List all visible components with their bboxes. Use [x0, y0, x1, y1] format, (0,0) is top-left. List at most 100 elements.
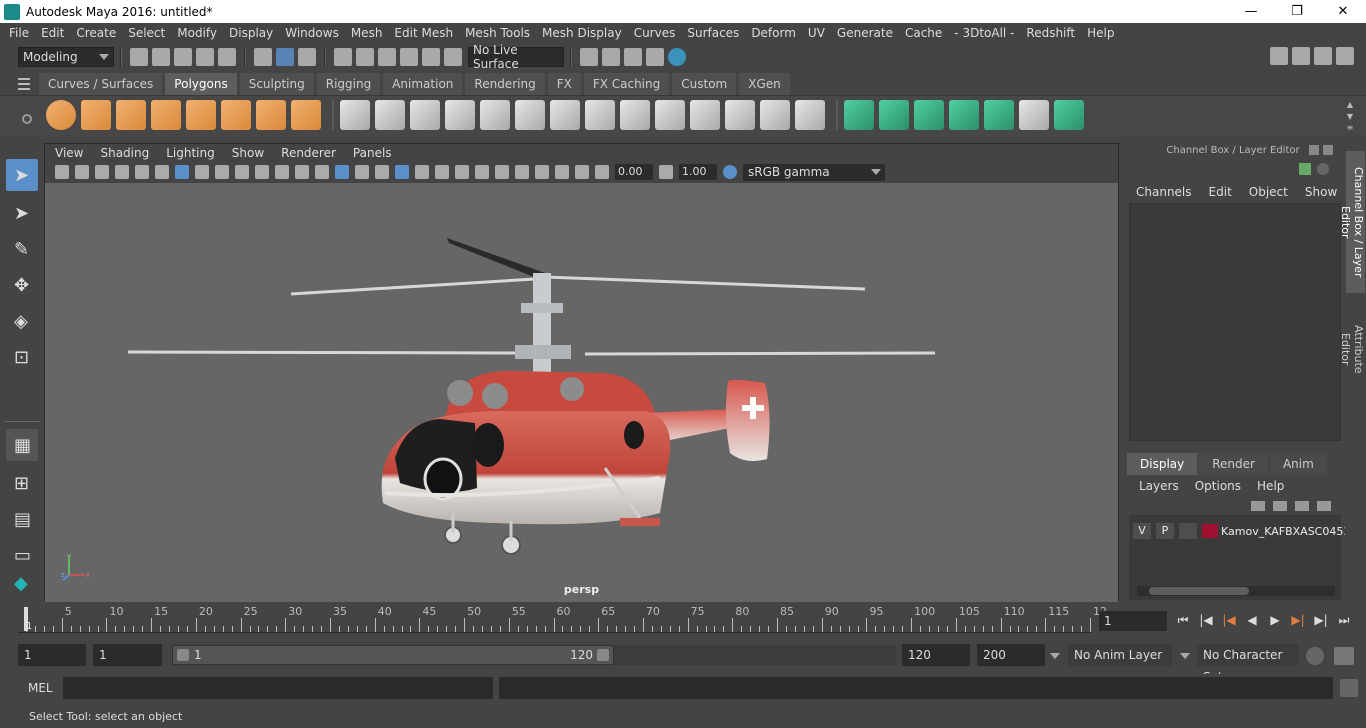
menu-cache[interactable]: Cache: [899, 26, 948, 40]
menu-mesh-tools[interactable]: Mesh Tools: [459, 26, 536, 40]
isolate-select-icon[interactable]: [515, 165, 529, 179]
character-set-dropdown[interactable]: No Character Set: [1197, 644, 1298, 684]
minimize-button[interactable]: —: [1228, 0, 1274, 23]
xray-joints-icon[interactable]: [555, 165, 569, 179]
image-plane-icon[interactable]: [115, 165, 129, 179]
menu-uv[interactable]: UV: [802, 26, 831, 40]
outliner-toggle-icon[interactable]: [1292, 47, 1310, 65]
menu-windows[interactable]: Windows: [279, 26, 345, 40]
move-layer-down-icon[interactable]: [1273, 501, 1287, 511]
layer-menu-help[interactable]: Help: [1257, 479, 1284, 493]
select-component-icon[interactable]: [298, 48, 316, 66]
move-layer-up-icon[interactable]: [1251, 501, 1265, 511]
shadows-icon[interactable]: [415, 165, 429, 179]
menu-set-dropdown[interactable]: Modeling: [18, 47, 114, 67]
tab-xgen[interactable]: XGen: [739, 73, 790, 95]
redo-icon[interactable]: [218, 48, 236, 66]
shelf-menu-icon[interactable]: [18, 73, 36, 95]
multisample-aa-icon[interactable]: [475, 165, 489, 179]
uv-automatic-icon[interactable]: [949, 100, 979, 130]
poly-cylinder-icon[interactable]: [116, 100, 146, 130]
target-weld-icon[interactable]: [760, 100, 790, 130]
tab-curves-surfaces[interactable]: Curves / Surfaces: [39, 73, 163, 95]
smooth-icon[interactable]: [445, 100, 475, 130]
chevron-down-icon[interactable]: [1180, 653, 1190, 659]
channel-box-options-icon[interactable]: [1299, 163, 1311, 175]
poly-cube-icon[interactable]: [81, 100, 111, 130]
wireframe-icon[interactable]: [315, 165, 329, 179]
extrude-icon[interactable]: [480, 100, 510, 130]
panel-menu-lighting[interactable]: Lighting: [166, 146, 215, 160]
auto-key-icon[interactable]: [1306, 647, 1324, 665]
snap-curve-icon[interactable]: [356, 48, 374, 66]
ipr-render-icon[interactable]: [624, 48, 642, 66]
motion-blur-icon[interactable]: [455, 165, 469, 179]
new-layer-from-selected-icon[interactable]: [1317, 501, 1331, 511]
lasso-tool-button[interactable]: ➤: [6, 197, 38, 229]
uv-cylindrical-icon[interactable]: [879, 100, 909, 130]
poly-pyramid-icon[interactable]: [256, 100, 286, 130]
multi-cut-icon[interactable]: [550, 100, 580, 130]
grease-pencil-icon[interactable]: [155, 165, 169, 179]
new-scene-icon[interactable]: [130, 48, 148, 66]
layer-playback-toggle[interactable]: P: [1156, 523, 1174, 539]
time-slider[interactable]: 5 10 15 20 25 30 35 40 45 50 55 60 65 70 75 80 85 90 95 100…: [18, 605, 1107, 633]
render-settings-icon[interactable]: [646, 48, 664, 66]
maximize-button[interactable]: ❐: [1274, 0, 1320, 23]
scale-tool-button[interactable]: ⊡: [6, 341, 38, 373]
insert-edge-loop-icon[interactable]: [690, 100, 720, 130]
side-by-side-layout-button[interactable]: ▤: [6, 503, 38, 535]
layer-list-scrollbar[interactable]: [1137, 586, 1335, 596]
rotate-tool-button[interactable]: ◈: [6, 305, 38, 337]
menu-curves[interactable]: Curves: [628, 26, 682, 40]
tab-rendering[interactable]: Rendering: [465, 73, 545, 95]
magnet-icon[interactable]: [444, 48, 462, 66]
anim-layer-dropdown[interactable]: No Anim Layer: [1068, 644, 1172, 666]
layer-row[interactable]: V P Kamov_KAFBXASC0453: [1133, 523, 1350, 539]
channel-box-area[interactable]: [1129, 203, 1341, 441]
four-pane-layout-button[interactable]: ⊞: [6, 467, 38, 499]
wireframe-on-shaded-icon[interactable]: [355, 165, 369, 179]
channel-box-toggle-icon[interactable]: [1336, 47, 1354, 65]
range-slider[interactable]: 1 120: [172, 645, 614, 665]
menu-edit-mesh[interactable]: Edit Mesh: [388, 26, 459, 40]
go-to-end-button[interactable]: ⏭: [1334, 610, 1354, 630]
view-transform-dropdown[interactable]: sRGB gamma: [743, 163, 885, 181]
channel-box-menu-channels[interactable]: Channels: [1136, 185, 1192, 199]
2d-pan-zoom-icon[interactable]: [135, 165, 149, 179]
channel-box-key-icon[interactable]: [1317, 163, 1329, 175]
chevron-down-icon[interactable]: [1050, 653, 1060, 659]
layer-menu-options[interactable]: Options: [1195, 479, 1241, 493]
bookmark-icon[interactable]: [95, 165, 109, 179]
field-chart-icon[interactable]: [255, 165, 269, 179]
tab-fx[interactable]: FX: [547, 73, 581, 95]
step-back-frame-button[interactable]: |◀: [1196, 610, 1216, 630]
attribute-editor-toggle-icon[interactable]: [1314, 47, 1332, 65]
tab-attribute-editor[interactable]: Attribute Editor: [1339, 303, 1365, 395]
playback-end-field[interactable]: 120: [902, 644, 970, 666]
render-frame-icon[interactable]: [602, 48, 620, 66]
screen-space-ao-icon[interactable]: [435, 165, 449, 179]
smooth-shade-icon[interactable]: [335, 165, 349, 179]
menu-generate[interactable]: Generate: [831, 26, 899, 40]
tab-animation[interactable]: Animation: [383, 73, 463, 95]
gate-mask-icon[interactable]: [235, 165, 249, 179]
step-forward-frame-button[interactable]: ▶|: [1311, 610, 1331, 630]
animation-start-field[interactable]: 1: [18, 644, 86, 666]
animation-preferences-icon[interactable]: [1334, 647, 1354, 665]
layer-color-swatch[interactable]: [1202, 524, 1218, 538]
xray-components-icon[interactable]: [575, 165, 589, 179]
film-gate-icon[interactable]: [195, 165, 209, 179]
fill-hole-icon[interactable]: [655, 100, 685, 130]
float-panel-icon[interactable]: [1309, 145, 1319, 155]
undo-icon[interactable]: [196, 48, 214, 66]
tab-fx-caching[interactable]: FX Caching: [583, 73, 670, 95]
step-forward-key-button[interactable]: ▶|: [1288, 610, 1308, 630]
menu-3dtoall[interactable]: - 3DtoAll -: [948, 26, 1020, 40]
safe-action-icon[interactable]: [275, 165, 289, 179]
poly-pipe-icon[interactable]: [291, 100, 321, 130]
current-frame-field[interactable]: 1: [1099, 611, 1167, 631]
uv-unfold-icon[interactable]: [984, 100, 1014, 130]
tab-layer-display[interactable]: Display: [1127, 453, 1198, 475]
poly-cone-icon[interactable]: [151, 100, 181, 130]
